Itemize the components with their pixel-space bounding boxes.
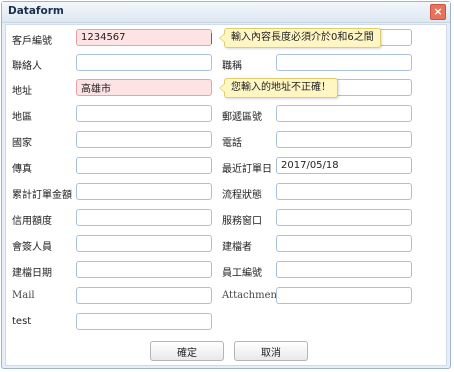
address-field[interactable]: [76, 79, 212, 96]
region-field[interactable]: [76, 105, 212, 122]
attachment-field[interactable]: [276, 287, 412, 304]
total-order-amount-field[interactable]: [76, 183, 212, 200]
postal-code-field[interactable]: [276, 105, 412, 122]
label-created-date: 建檔日期: [12, 268, 52, 279]
employee-no-field[interactable]: [276, 261, 412, 278]
label-credit-limit: 信用額度: [12, 216, 52, 227]
label-job-title: 職稱: [222, 61, 242, 72]
label-mail: Mail: [12, 290, 35, 301]
customer-no-error-tooltip: 輸入內容長度必須介於0和6之間: [219, 28, 381, 48]
label-fax: 傳真: [12, 164, 32, 175]
label-member: 會簽人員: [12, 242, 52, 253]
label-service-window: 服務窗口: [222, 216, 262, 227]
label-postal-code: 郵遞區號: [222, 112, 262, 123]
label-test: test: [12, 316, 32, 327]
country-field[interactable]: [76, 131, 212, 148]
close-icon: ×: [433, 5, 443, 18]
form-body: 客戶編號 輸入內容長度必須介於0和6之間 聯絡人 職稱 地址 您輸入的地址不正確…: [5, 24, 447, 366]
last-order-date-field[interactable]: [276, 157, 412, 174]
created-date-field[interactable]: [76, 261, 212, 278]
label-region: 地區: [12, 112, 32, 123]
label-process-status: 流程狀態: [222, 190, 262, 201]
mail-field[interactable]: [76, 287, 212, 304]
label-contact: 聯絡人: [12, 61, 42, 72]
ok-button[interactable]: 確定: [150, 341, 224, 361]
label-employee-no: 員工編號: [222, 268, 262, 279]
text-cursor-icon: [211, 33, 212, 44]
process-status-field[interactable]: [276, 183, 412, 200]
service-window-field[interactable]: [276, 209, 412, 226]
address-error-tooltip: 您輸入的地址不正確！: [219, 78, 338, 98]
label-customer-no: 客戶編號: [12, 36, 52, 47]
test-field[interactable]: [76, 313, 212, 330]
job-title-field[interactable]: [276, 54, 412, 71]
dialog-title: Dataform: [8, 5, 64, 17]
title-bar[interactable]: Dataform ×: [2, 2, 450, 23]
customer-no-field[interactable]: [76, 29, 212, 46]
fax-field[interactable]: [76, 157, 212, 174]
member-field[interactable]: [76, 235, 212, 252]
contact-field[interactable]: [76, 54, 212, 71]
label-creator: 建檔者: [222, 242, 252, 253]
phone-field[interactable]: [276, 131, 412, 148]
label-address: 地址: [12, 86, 32, 97]
creator-field[interactable]: [276, 235, 412, 252]
label-attachment: Attachment: [222, 290, 281, 301]
label-phone: 電話: [222, 138, 242, 149]
credit-limit-field[interactable]: [76, 209, 212, 226]
dataform-dialog: Dataform × 客戶編號 輸入內容長度必須介於0和6之間 聯絡人 職稱 地…: [1, 1, 451, 369]
label-country: 國家: [12, 138, 32, 149]
close-button[interactable]: ×: [430, 4, 446, 20]
cancel-button[interactable]: 取消: [234, 341, 308, 361]
label-last-order-date: 最近訂單日: [222, 164, 272, 175]
label-total-order-amount: 累計訂單金額: [12, 190, 72, 201]
